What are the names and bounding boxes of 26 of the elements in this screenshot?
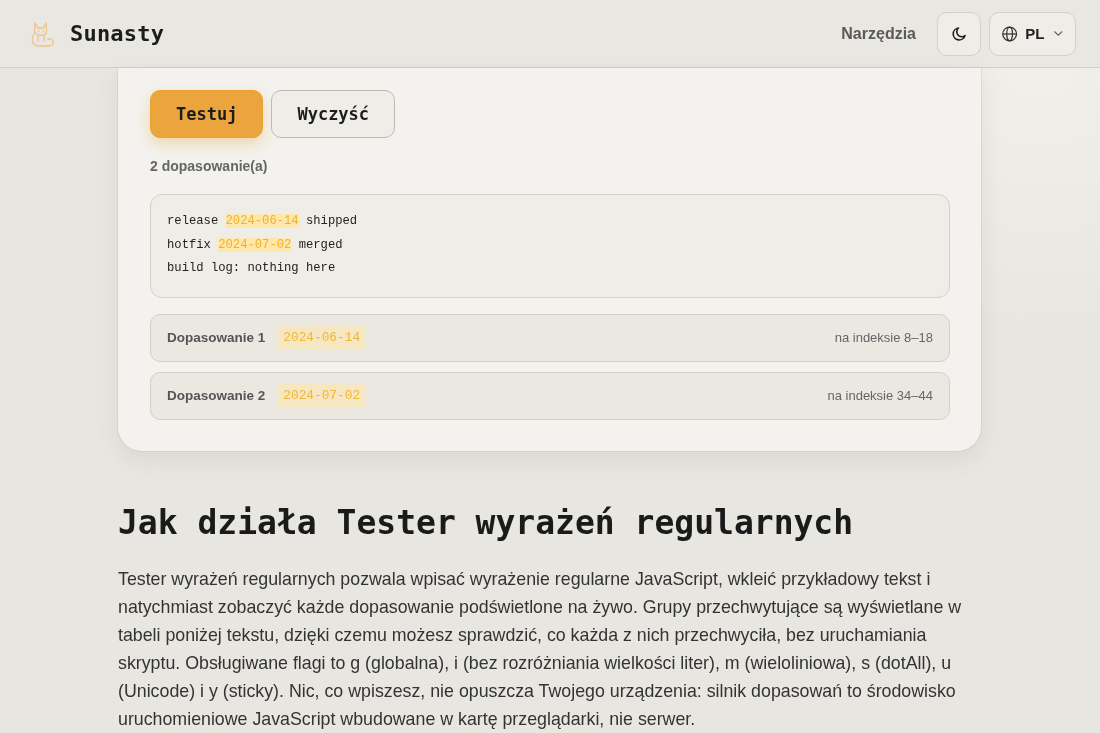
match-position: na indeksie 34–44: [827, 388, 933, 403]
sample-text: release: [167, 214, 220, 228]
test-button[interactable]: Testuj: [150, 90, 264, 138]
brand-name[interactable]: Sunasty: [70, 21, 165, 46]
match-label: Dopasowanie 1: [167, 330, 266, 345]
sample-text: build log: nothing here: [167, 261, 336, 275]
sample-text: shipped: [304, 214, 358, 228]
article-paragraph: Tester wyrażeń regularnych pozwala wpisać wyrażenie regularne JavaScript, wkleić przykładowy tekst i natychmiast zobaczyć każde dopasowanie podświetlone na żywo. Grupy przechwytujące są wyświetlane w tabeli poniżej tekstu, dzięki czemu możesz sprawdzić, co każda z nich przechwyciła, bez uruchamiania skryptu. Obsługiwane flagi to g (globalna), i (bez rozróżniania wielkości liter), m (wieloliniowa), s (dotAll), u (Unicode) i y (sticky). Nic, co wpiszesz, nie opuszcza Twojego urządzenia: silnik dopasowań to środowisko uruchomieniowe JavaScript wbudowane w kartę przeglądarki, nie serwer.: [118, 567, 963, 731]
moon-icon: [952, 26, 966, 41]
tools-link[interactable]: Narzędzia: [841, 24, 916, 43]
match-value: 2024-06-14: [277, 325, 367, 350]
match-highlight: 2024-07-02: [218, 237, 292, 252]
chevron-down-icon: [1054, 31, 1063, 36]
clear-button[interactable]: Wyczyść: [271, 90, 396, 138]
match-label: Dopasowanie 2: [167, 388, 266, 403]
globe-icon: [1002, 25, 1018, 42]
match-highlight: 2024-06-14: [225, 214, 299, 228]
language-button[interactable]: PL: [989, 11, 1076, 56]
match-count: 2 dopasowanie(a): [150, 157, 268, 176]
test-text-area[interactable]: release 2024-06-14 shipped hotfix 2024-07-02 merged build log: nothing here: [150, 194, 950, 298]
theme-toggle-button[interactable]: [937, 11, 981, 56]
sample-text: hotfix: [167, 237, 212, 252]
article-heading: Jak działa Tester wyrażeń regularnych: [118, 502, 854, 543]
match-position: na indeksie 8–18: [834, 330, 933, 345]
match-value: 2024-07-02: [277, 383, 367, 408]
sample-text: merged: [297, 237, 343, 252]
